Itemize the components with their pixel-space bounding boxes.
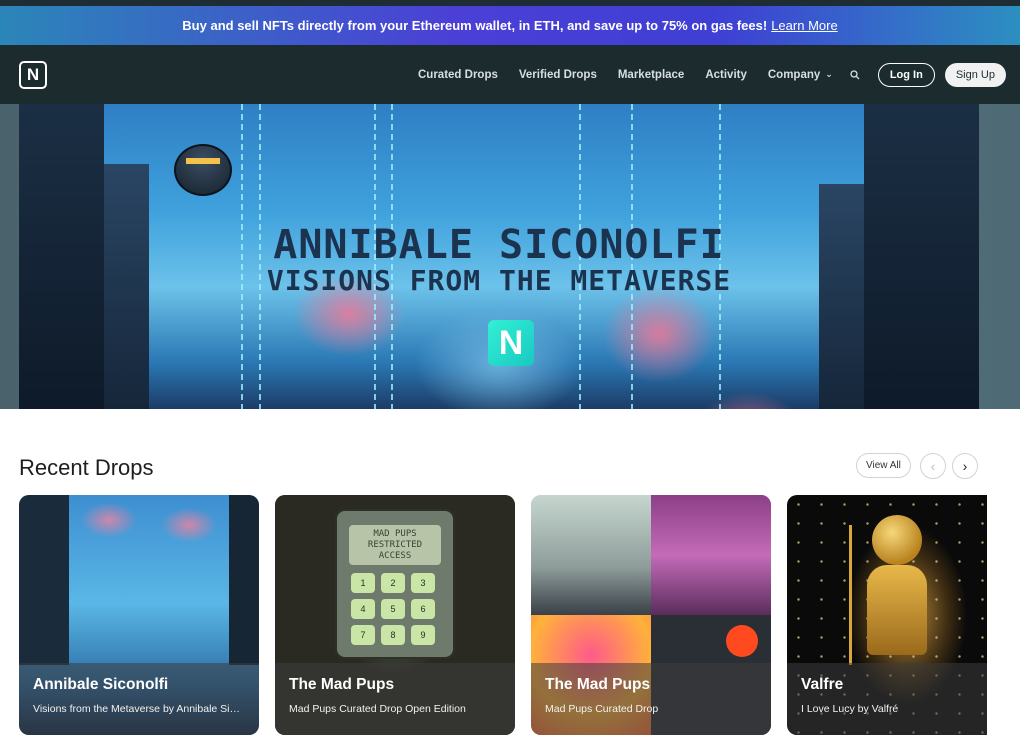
card-collage-circle	[726, 625, 758, 657]
card-figure-head	[872, 515, 922, 565]
hero-logo: N	[488, 320, 534, 366]
hero-banner-image[interactable]: ANNIBALE SICONOLFI VISIONS FROM THE META…	[19, 104, 979, 409]
drop-card[interactable]: MAD PUPS RESTRICTED ACCESS 1 2 3 4 5 6 7…	[275, 495, 515, 735]
card-figure-body	[867, 565, 927, 655]
drop-card-overlay: The Mad Pups Mad Pups Curated Drop Open …	[275, 663, 515, 735]
promo-text: Buy and sell NFTs directly from your Eth…	[182, 18, 768, 33]
card-figure-trident	[849, 525, 852, 665]
keypad-key: 4	[351, 599, 375, 619]
recent-drops-section: Recent Drops View All ‹ › Annibale Sicon…	[0, 409, 1020, 742]
drop-card[interactable]: The Mad Pups Mad Pups Curated Drop	[531, 495, 771, 735]
drop-card-overlay: Annibale Siconolfi Visions from the Meta…	[19, 663, 259, 735]
card-building	[19, 495, 69, 665]
drop-card-subtitle: Mad Pups Curated Drop Open Edition	[289, 703, 466, 715]
nav-activity[interactable]: Activity	[705, 69, 747, 81]
keypad-key: 1	[351, 573, 375, 593]
promo-banner: Buy and sell NFTs directly from your Eth…	[0, 6, 1020, 45]
signup-button[interactable]: Sign Up	[944, 62, 1006, 87]
drop-card-subtitle: Mad Pups Curated Drop	[545, 703, 659, 715]
drop-card-overlay: The Mad Pups Mad Pups Curated Drop	[531, 663, 771, 735]
hero-section: ANNIBALE SICONOLFI VISIONS FROM THE META…	[0, 104, 1020, 409]
nav-verified-drops[interactable]: Verified Drops	[519, 69, 597, 81]
keypad-keys: 1 2 3 4 5 6 7 8 9	[351, 573, 435, 645]
search-icon[interactable]	[847, 67, 863, 83]
keypad-key: 3	[411, 573, 435, 593]
keypad-key: 8	[381, 625, 405, 645]
drop-card-overlay: Valfre I Love Lucy by Valfré	[787, 663, 987, 735]
nav-curated-drops[interactable]: Curated Drops	[418, 69, 498, 81]
keypad-key: 5	[381, 599, 405, 619]
top-navigation: N Curated Drops Verified Drops Marketpla…	[0, 45, 1020, 104]
drop-card-title: Valfre	[801, 676, 844, 693]
view-all-button[interactable]: View All	[856, 453, 911, 478]
chevron-down-icon: ⌄	[825, 69, 833, 79]
keypad-key: 6	[411, 599, 435, 619]
hero-airship	[174, 144, 232, 196]
hero-title: ANNIBALE SICONOLFI	[273, 222, 725, 268]
keypad-key: 7	[351, 625, 375, 645]
login-button[interactable]: Log In	[877, 62, 935, 87]
drop-card[interactable]: Valfre I Love Lucy by Valfré	[787, 495, 987, 735]
drop-card-title: The Mad Pups	[289, 676, 395, 693]
nav-marketplace[interactable]: Marketplace	[618, 69, 684, 81]
site-logo[interactable]: N	[19, 60, 47, 89]
keypad-key: 2	[381, 573, 405, 593]
drop-card-subtitle: I Love Lucy by Valfré	[801, 703, 899, 715]
learn-more-link[interactable]: Learn More	[771, 18, 837, 33]
keypad-key: 9	[411, 625, 435, 645]
keypad-screen: MAD PUPS RESTRICTED ACCESS	[349, 525, 441, 565]
next-arrow-button[interactable]: ›	[952, 453, 978, 479]
drop-card[interactable]: Annibale Siconolfi Visions from the Meta…	[19, 495, 259, 735]
recent-drops-title: Recent Drops	[19, 455, 154, 480]
drop-card-title: The Mad Pups	[545, 676, 651, 693]
hero-subtitle: VISIONS FROM THE METAVERSE	[266, 264, 732, 297]
nav-company-dropdown[interactable]: Company ⌄	[768, 69, 833, 81]
drop-card-subtitle: Visions from the Metaverse by Annibale S…	[33, 703, 245, 715]
card-collage-mountain	[531, 495, 651, 615]
keypad-illustration: MAD PUPS RESTRICTED ACCESS 1 2 3 4 5 6 7…	[335, 509, 455, 659]
nav-links: Curated Drops Verified Drops Marketplace…	[418, 45, 1006, 104]
nav-company-label: Company	[767, 68, 821, 81]
drop-card-title: Annibale Siconolfi	[33, 676, 169, 693]
prev-arrow-button[interactable]: ‹	[920, 453, 946, 479]
card-building	[229, 495, 259, 665]
card-collage-store	[651, 495, 771, 615]
